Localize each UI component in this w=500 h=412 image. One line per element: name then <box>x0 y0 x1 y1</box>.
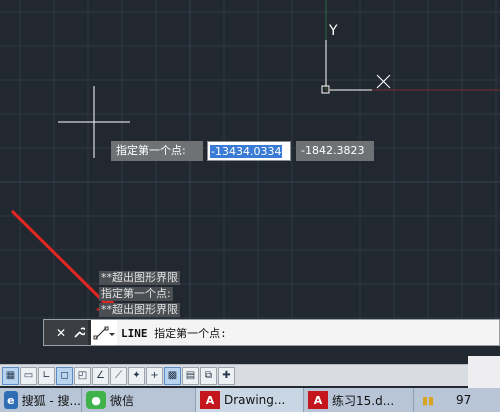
taskbar-item-label: Drawing... <box>224 393 286 407</box>
line-command-icon[interactable] <box>91 320 117 345</box>
ucs-icon <box>321 40 391 94</box>
dynamic-input-prompt: 指定第一个点: <box>111 141 203 161</box>
taskbar-item-label: 97 <box>456 393 472 407</box>
selection-cycling-icon[interactable]: ⧉ <box>200 366 217 385</box>
taskbar-item-exercise[interactable]: A 练习15.d... <box>304 388 414 412</box>
quickprops-icon[interactable]: ▤ <box>182 366 199 385</box>
taskbar-item-label: 练习15.d... <box>332 393 395 408</box>
transparency-icon[interactable]: ▩ <box>164 366 181 385</box>
command-line-bar[interactable]: ✕ LINE 指定第一个点: <box>43 319 500 346</box>
ucs-y-label: Y <box>328 23 338 39</box>
taskbar-item-label: 微信 <box>110 393 135 408</box>
taskbar-item-drawing[interactable]: A Drawing... <box>196 388 304 412</box>
ducs-icon[interactable]: ⟋ <box>110 366 127 385</box>
command-prompt: 指定第一个点: <box>154 326 227 340</box>
snap-icon[interactable]: ▭ <box>20 366 37 385</box>
taskbar-item-label: 搜狐 - 搜... <box>21 393 81 408</box>
dynamic-input-y-field[interactable]: -1842.3823 <box>296 141 374 161</box>
command-history-line: **超出图形界限 <box>99 303 180 317</box>
dynamic-input-x-field[interactable]: -13434.0334 <box>207 141 291 161</box>
command-line-grip[interactable] <box>44 320 52 345</box>
x-value: -13434.0334 <box>210 145 283 158</box>
command-history-line: 指定第一个点: <box>99 287 173 301</box>
taskbar-item-wechat[interactable]: ● 微信 <box>82 388 196 412</box>
otrack-icon[interactable]: ∠ <box>92 366 109 385</box>
command-line-input[interactable]: LINE 指定第一个点: <box>117 325 227 341</box>
dyn-icon[interactable]: ✦ <box>128 366 145 385</box>
close-icon[interactable]: ✕ <box>52 320 70 345</box>
windows-taskbar: e 搜狐 - 搜... ● 微信 A Drawing... A 练习15.d..… <box>0 388 500 412</box>
command-history-line: **超出图形界限 <box>99 271 180 285</box>
grid-icon[interactable]: ▦ <box>2 366 19 385</box>
autocad-icon: A <box>308 391 328 409</box>
annotation-monitor-icon[interactable]: ✚ <box>218 366 235 385</box>
model-grid: Y <box>0 0 500 345</box>
command-name: LINE <box>121 326 148 340</box>
drawing-canvas[interactable]: Y 指定第一个点: -13434.0334 -1842.3823 **超出图形界… <box>0 0 500 345</box>
taskbar-item-counter[interactable]: ▮▮ 97 <box>414 388 500 412</box>
lineweight-icon[interactable]: + <box>146 366 163 385</box>
polar-icon[interactable]: ◻ <box>56 366 73 385</box>
autocad-icon: A <box>200 391 220 409</box>
browser-icon: e <box>4 391 18 409</box>
folder-icon: ▮▮ <box>421 393 435 407</box>
wechat-icon: ● <box>86 391 106 409</box>
watermark-patch <box>468 356 500 388</box>
ortho-icon[interactable]: ∟ <box>38 366 55 385</box>
wrench-icon[interactable] <box>70 320 88 345</box>
osnap-icon[interactable]: ◰ <box>74 366 91 385</box>
taskbar-item-sohu[interactable]: e 搜狐 - 搜... <box>0 388 82 412</box>
status-bar: ▦ ▭ ∟ ◻ ◰ ∠ ⟋ ✦ + ▩ ▤ ⧉ ✚ <box>0 364 500 386</box>
